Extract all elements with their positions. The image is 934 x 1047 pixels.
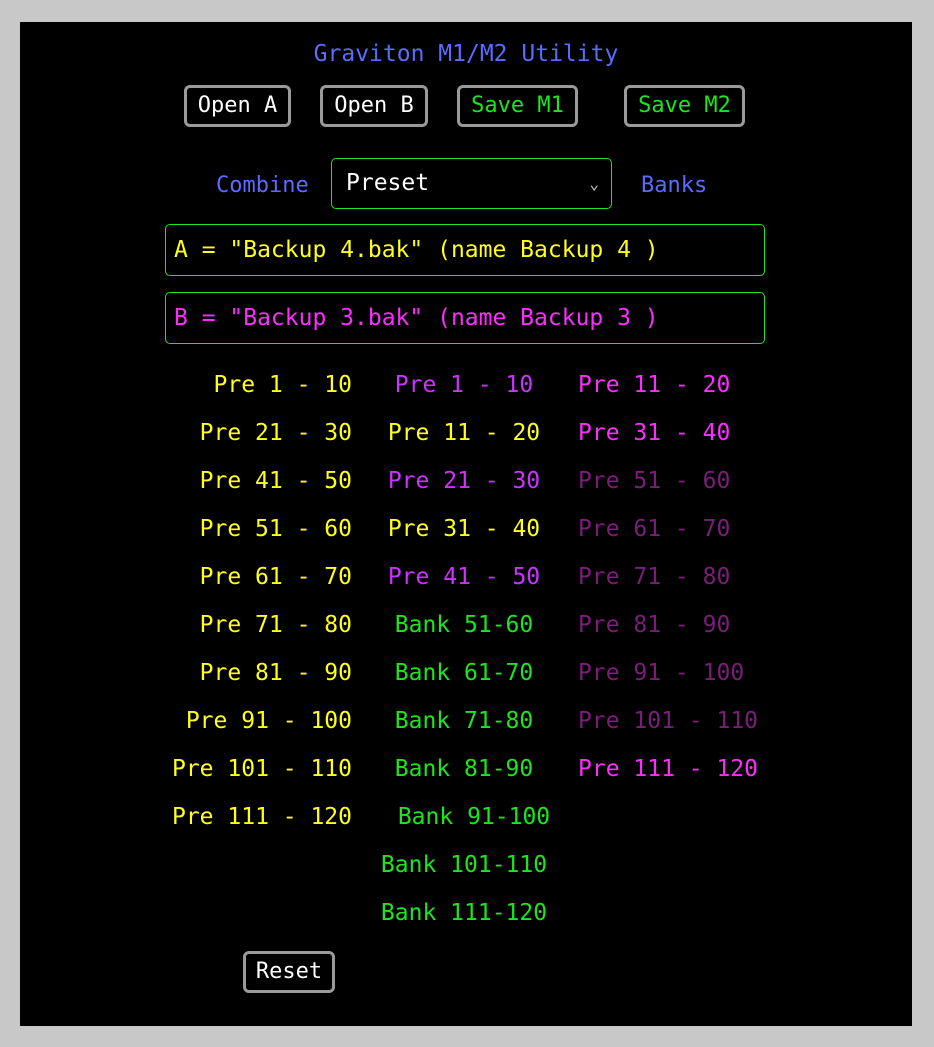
col-c-item[interactable]: Pre 51 - 60 — [578, 467, 730, 495]
col-b-item[interactable]: Bank 111-120 — [381, 899, 547, 927]
open-a-button[interactable]: Open A — [184, 85, 291, 127]
col-c-item[interactable]: Pre 11 - 20 — [578, 371, 730, 399]
col-b-item[interactable]: Bank 101-110 — [381, 851, 547, 879]
col-c-item[interactable]: Pre 31 - 40 — [578, 419, 730, 447]
col-a-item[interactable]: Pre 41 - 50 — [200, 467, 352, 495]
col-a-item[interactable]: Pre 81 - 90 — [200, 659, 352, 687]
col-a-item[interactable]: Pre 101 - 110 — [172, 755, 352, 783]
save-m2-button[interactable]: Save M2 — [624, 85, 745, 127]
reset-button[interactable]: Reset — [243, 951, 335, 993]
col-b-item[interactable]: Pre 21 - 30 — [388, 467, 540, 495]
col-c-item[interactable]: Pre 111 - 120 — [578, 755, 758, 783]
banks-label: Banks — [641, 173, 708, 198]
col-b-item[interactable]: Pre 41 - 50 — [388, 563, 540, 591]
col-a-item[interactable]: Pre 61 - 70 — [200, 563, 352, 591]
col-a-item[interactable]: Pre 91 - 100 — [186, 707, 352, 735]
file-a-info: A = "Backup 4.bak" (name Backup 4 ) — [165, 224, 765, 276]
combine-mode-select[interactable]: Preset ⌄ — [331, 158, 612, 209]
col-b-item[interactable]: Pre 11 - 20 — [388, 419, 540, 447]
combine-label: Combine — [216, 173, 309, 198]
app-title: Graviton M1/M2 Utility — [313, 41, 619, 67]
col-a-item[interactable]: Pre 51 - 60 — [200, 515, 352, 543]
col-b-item[interactable]: Bank 61-70 — [395, 659, 533, 687]
col-b-item[interactable]: Bank 51-60 — [395, 611, 533, 639]
utility-panel: Graviton M1/M2 Utility Open A Open B Sav… — [20, 22, 912, 1026]
col-c-item[interactable]: Pre 61 - 70 — [578, 515, 730, 543]
col-b-item[interactable]: Bank 91-100 — [398, 803, 550, 831]
chevron-down-icon: ⌄ — [589, 174, 599, 193]
combine-mode-value: Preset — [346, 170, 430, 196]
save-m1-button[interactable]: Save M1 — [457, 85, 578, 127]
col-b-item[interactable]: Pre 1 - 10 — [395, 371, 533, 399]
col-b-item[interactable]: Bank 71-80 — [395, 707, 533, 735]
open-b-button[interactable]: Open B — [320, 85, 428, 127]
col-c-item[interactable]: Pre 81 - 90 — [578, 611, 730, 639]
col-a-item[interactable]: Pre 111 - 120 — [172, 803, 352, 831]
col-a-item[interactable]: Pre 71 - 80 — [200, 611, 352, 639]
col-c-item[interactable]: Pre 71 - 80 — [578, 563, 730, 591]
file-b-info: B = "Backup 3.bak" (name Backup 3 ) — [165, 292, 765, 344]
col-c-item[interactable]: Pre 101 - 110 — [578, 707, 758, 735]
col-b-item[interactable]: Bank 81-90 — [395, 755, 533, 783]
col-c-item[interactable]: Pre 91 - 100 — [578, 659, 744, 687]
col-b-item[interactable]: Pre 31 - 40 — [388, 515, 540, 543]
col-a-item[interactable]: Pre 21 - 30 — [200, 419, 352, 447]
col-a-item[interactable]: Pre 1 - 10 — [214, 371, 352, 399]
